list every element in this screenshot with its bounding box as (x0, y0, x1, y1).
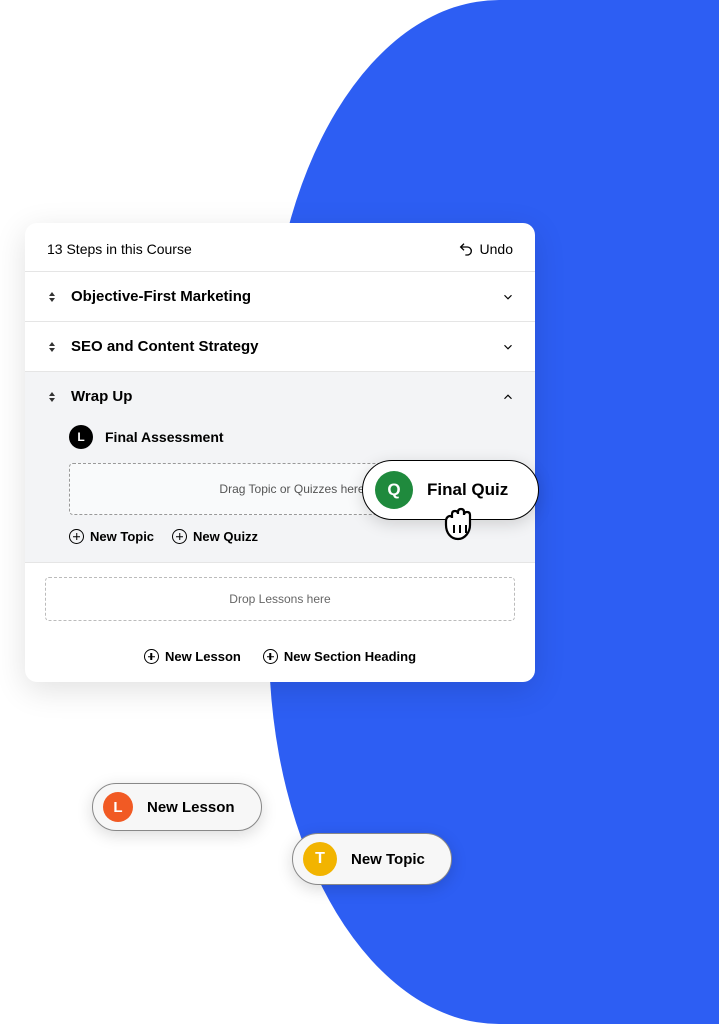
lesson-title: Final Assessment (105, 429, 224, 445)
plus-icon (144, 649, 159, 664)
chevron-up-icon (501, 390, 515, 404)
undo-button[interactable]: Undo (458, 241, 513, 257)
plus-icon (69, 529, 84, 544)
topic-pill-label: New Topic (351, 851, 425, 868)
topic-pill[interactable]: T New Topic (292, 833, 452, 885)
quiz-pill-label: Final Quiz (427, 480, 508, 500)
lessons-dropzone[interactable]: Drop Lessons here (45, 577, 515, 621)
section-header[interactable]: Wrap Up (45, 388, 515, 405)
footer-actions: New Lesson New Section Heading (25, 635, 535, 682)
plus-icon (263, 649, 278, 664)
new-topic-button[interactable]: New Topic (69, 529, 154, 544)
lesson-badge: L (103, 792, 133, 822)
new-quizz-label: New Quizz (193, 529, 258, 544)
lesson-pill[interactable]: L New Lesson (92, 783, 262, 831)
undo-icon (458, 241, 474, 257)
new-lesson-label: New Lesson (165, 649, 241, 664)
grab-cursor-icon (440, 503, 484, 543)
new-lesson-button[interactable]: New Lesson (144, 649, 241, 664)
course-builder-card: 13 Steps in this Course Undo Objective-F… (25, 223, 535, 682)
new-section-heading-button[interactable]: New Section Heading (263, 649, 416, 664)
chevron-down-icon (501, 290, 515, 304)
section-row[interactable]: Objective-First Marketing (25, 271, 535, 321)
drag-handle-icon[interactable] (45, 342, 59, 352)
steps-count: 13 Steps in this Course (47, 241, 192, 257)
undo-label: Undo (480, 241, 513, 257)
chevron-down-icon (501, 340, 515, 354)
drag-handle-icon[interactable] (45, 392, 59, 402)
section-title: Wrap Up (71, 388, 489, 405)
section-title: Objective-First Marketing (71, 288, 489, 305)
new-quizz-button[interactable]: New Quizz (172, 529, 258, 544)
new-section-heading-label: New Section Heading (284, 649, 416, 664)
lesson-badge: L (69, 425, 93, 449)
section-title: SEO and Content Strategy (71, 338, 489, 355)
card-header: 13 Steps in this Course Undo (25, 223, 535, 271)
new-topic-label: New Topic (90, 529, 154, 544)
topic-badge: T (303, 842, 337, 876)
section-row[interactable]: SEO and Content Strategy (25, 321, 535, 371)
quiz-badge: Q (375, 471, 413, 509)
plus-icon (172, 529, 187, 544)
lesson-row[interactable]: L Final Assessment (45, 419, 515, 463)
drag-handle-icon[interactable] (45, 292, 59, 302)
lesson-pill-label: New Lesson (147, 799, 235, 816)
